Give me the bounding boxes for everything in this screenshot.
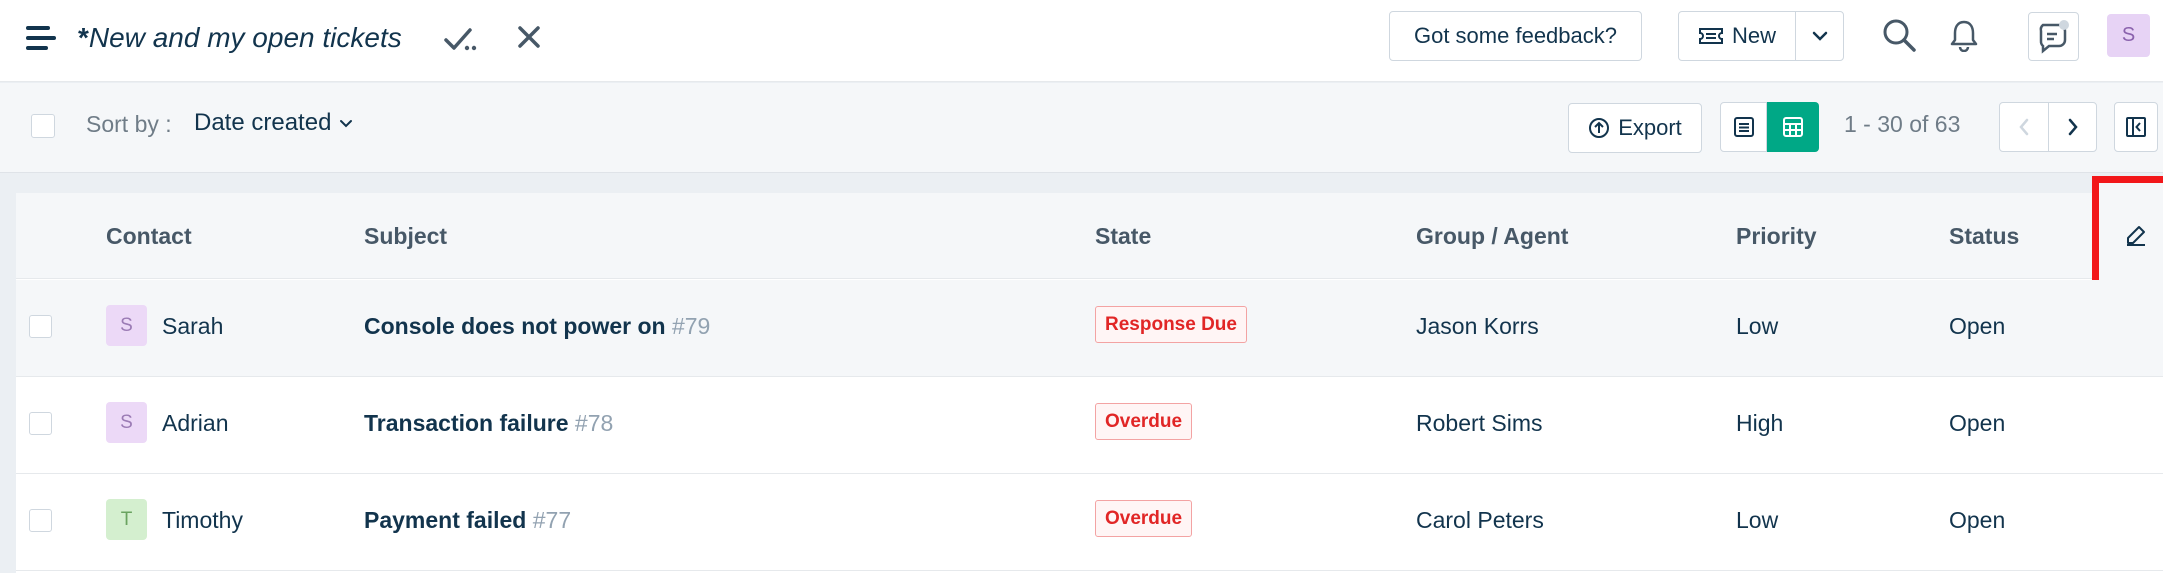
agent-name[interactable]: Carol Peters [1416, 507, 1544, 534]
pagination-info: 1 - 30 of 63 [1844, 111, 1961, 137]
top-header: *New and my open tickets Got some feedba… [0, 0, 2163, 82]
table-row[interactable]: S Adrian Transaction failure #78 Overdue… [16, 377, 2163, 474]
sort-value: Date created [194, 109, 332, 136]
edit-columns-icon [2126, 226, 2145, 246]
priority-value[interactable]: Low [1736, 313, 1778, 340]
edit-columns-button[interactable] [2092, 176, 2163, 294]
contact-name[interactable]: Adrian [162, 410, 228, 437]
export-icon [1589, 118, 1610, 138]
ticket-id: #77 [532, 507, 572, 533]
tickets-table: Contact Subject State Group / Agent Prio… [16, 176, 2163, 573]
ticket-id: #78 [574, 410, 614, 436]
status-value[interactable]: Open [1949, 507, 2005, 534]
new-dropdown-button[interactable] [1795, 11, 1844, 61]
ticket-id: #79 [671, 313, 711, 339]
ticket-icon [1698, 28, 1723, 44]
list-view-button[interactable] [1720, 102, 1767, 152]
agent-name[interactable]: Robert Sims [1416, 410, 1543, 437]
menu-icon[interactable] [26, 26, 56, 50]
subject-text: Transaction failure [364, 410, 569, 436]
table-view-button[interactable] [1767, 102, 1819, 152]
chevron-down-icon [1812, 31, 1827, 41]
search-icon[interactable] [1881, 17, 1917, 53]
new-button[interactable]: New [1678, 11, 1796, 61]
table-view-icon [1783, 117, 1803, 137]
close-icon[interactable] [515, 22, 543, 52]
next-page-button[interactable] [2048, 102, 2097, 152]
chevron-right-icon [2068, 118, 2078, 136]
column-header-priority[interactable]: Priority [1736, 223, 1817, 250]
feedback-label: Got some feedback? [1413, 23, 1617, 48]
state-badge: Overdue [1095, 500, 1193, 537]
chat-icon [2039, 20, 2069, 54]
ticket-subject[interactable]: Payment failed #77 [364, 507, 571, 534]
row-checkbox[interactable] [29, 509, 52, 532]
column-header-status[interactable]: Status [1949, 223, 2019, 250]
priority-value[interactable]: High [1736, 410, 1783, 437]
view-title[interactable]: *New and my open tickets [78, 22, 402, 54]
list-view-icon [1733, 117, 1754, 137]
contact-name[interactable]: Timothy [162, 507, 243, 534]
chevron-left-icon [2019, 118, 2029, 136]
ticket-subject[interactable]: Transaction failure #78 [364, 410, 613, 437]
row-checkbox[interactable] [29, 315, 52, 338]
export-button[interactable]: Export [1568, 103, 1702, 153]
status-value[interactable]: Open [1949, 410, 2005, 437]
priority-value[interactable]: Low [1736, 507, 1778, 534]
sidebar-toggle-button[interactable] [2114, 102, 2158, 152]
column-header-group-agent[interactable]: Group / Agent [1416, 223, 1568, 250]
sort-dropdown[interactable]: Date created [194, 109, 353, 137]
table-row[interactable]: T Timothy Payment failed #77 Overdue Car… [16, 474, 2163, 571]
select-all-checkbox[interactable] [31, 114, 55, 138]
row-checkbox[interactable] [29, 412, 52, 435]
chevron-down-icon [340, 119, 353, 127]
status-value[interactable]: Open [1949, 313, 2005, 340]
table-header: Contact Subject State Group / Agent Prio… [16, 176, 2163, 294]
sort-label: Sort by : [86, 111, 172, 137]
check-all-icon[interactable] [443, 24, 477, 54]
new-label: New [1731, 23, 1776, 48]
agent-name[interactable]: Jason Korrs [1416, 313, 1539, 340]
view-title-text: New and my open tickets [88, 22, 402, 53]
column-header-contact[interactable]: Contact [106, 223, 192, 250]
column-header-subject[interactable]: Subject [364, 223, 447, 250]
user-avatar[interactable]: S [2107, 14, 2150, 57]
avatar: S [106, 305, 147, 346]
list-toolbar: Sort by : Date created Export 1 - 30 of … [0, 83, 2163, 173]
export-label: Export [1618, 115, 1682, 140]
prev-page-button[interactable] [1999, 102, 2049, 152]
avatar: S [106, 402, 147, 443]
state-badge: Response Due [1095, 306, 1247, 343]
avatar: T [106, 499, 147, 540]
sidebar-toggle-icon [2126, 117, 2146, 137]
ticket-subject[interactable]: Console does not power on #79 [364, 313, 710, 340]
table-row[interactable]: S Sarah Console does not power on #79 Re… [16, 280, 2163, 377]
column-header-state[interactable]: State [1095, 223, 1151, 250]
bell-icon[interactable] [1948, 18, 1980, 52]
contact-name[interactable]: Sarah [162, 313, 223, 340]
unsaved-marker: * [78, 22, 89, 53]
state-badge: Overdue [1095, 403, 1193, 440]
feedback-button[interactable]: Got some feedback? [1389, 11, 1642, 61]
chat-button[interactable] [2028, 12, 2079, 61]
subject-text: Payment failed [364, 507, 527, 533]
subject-text: Console does not power on [364, 313, 666, 339]
